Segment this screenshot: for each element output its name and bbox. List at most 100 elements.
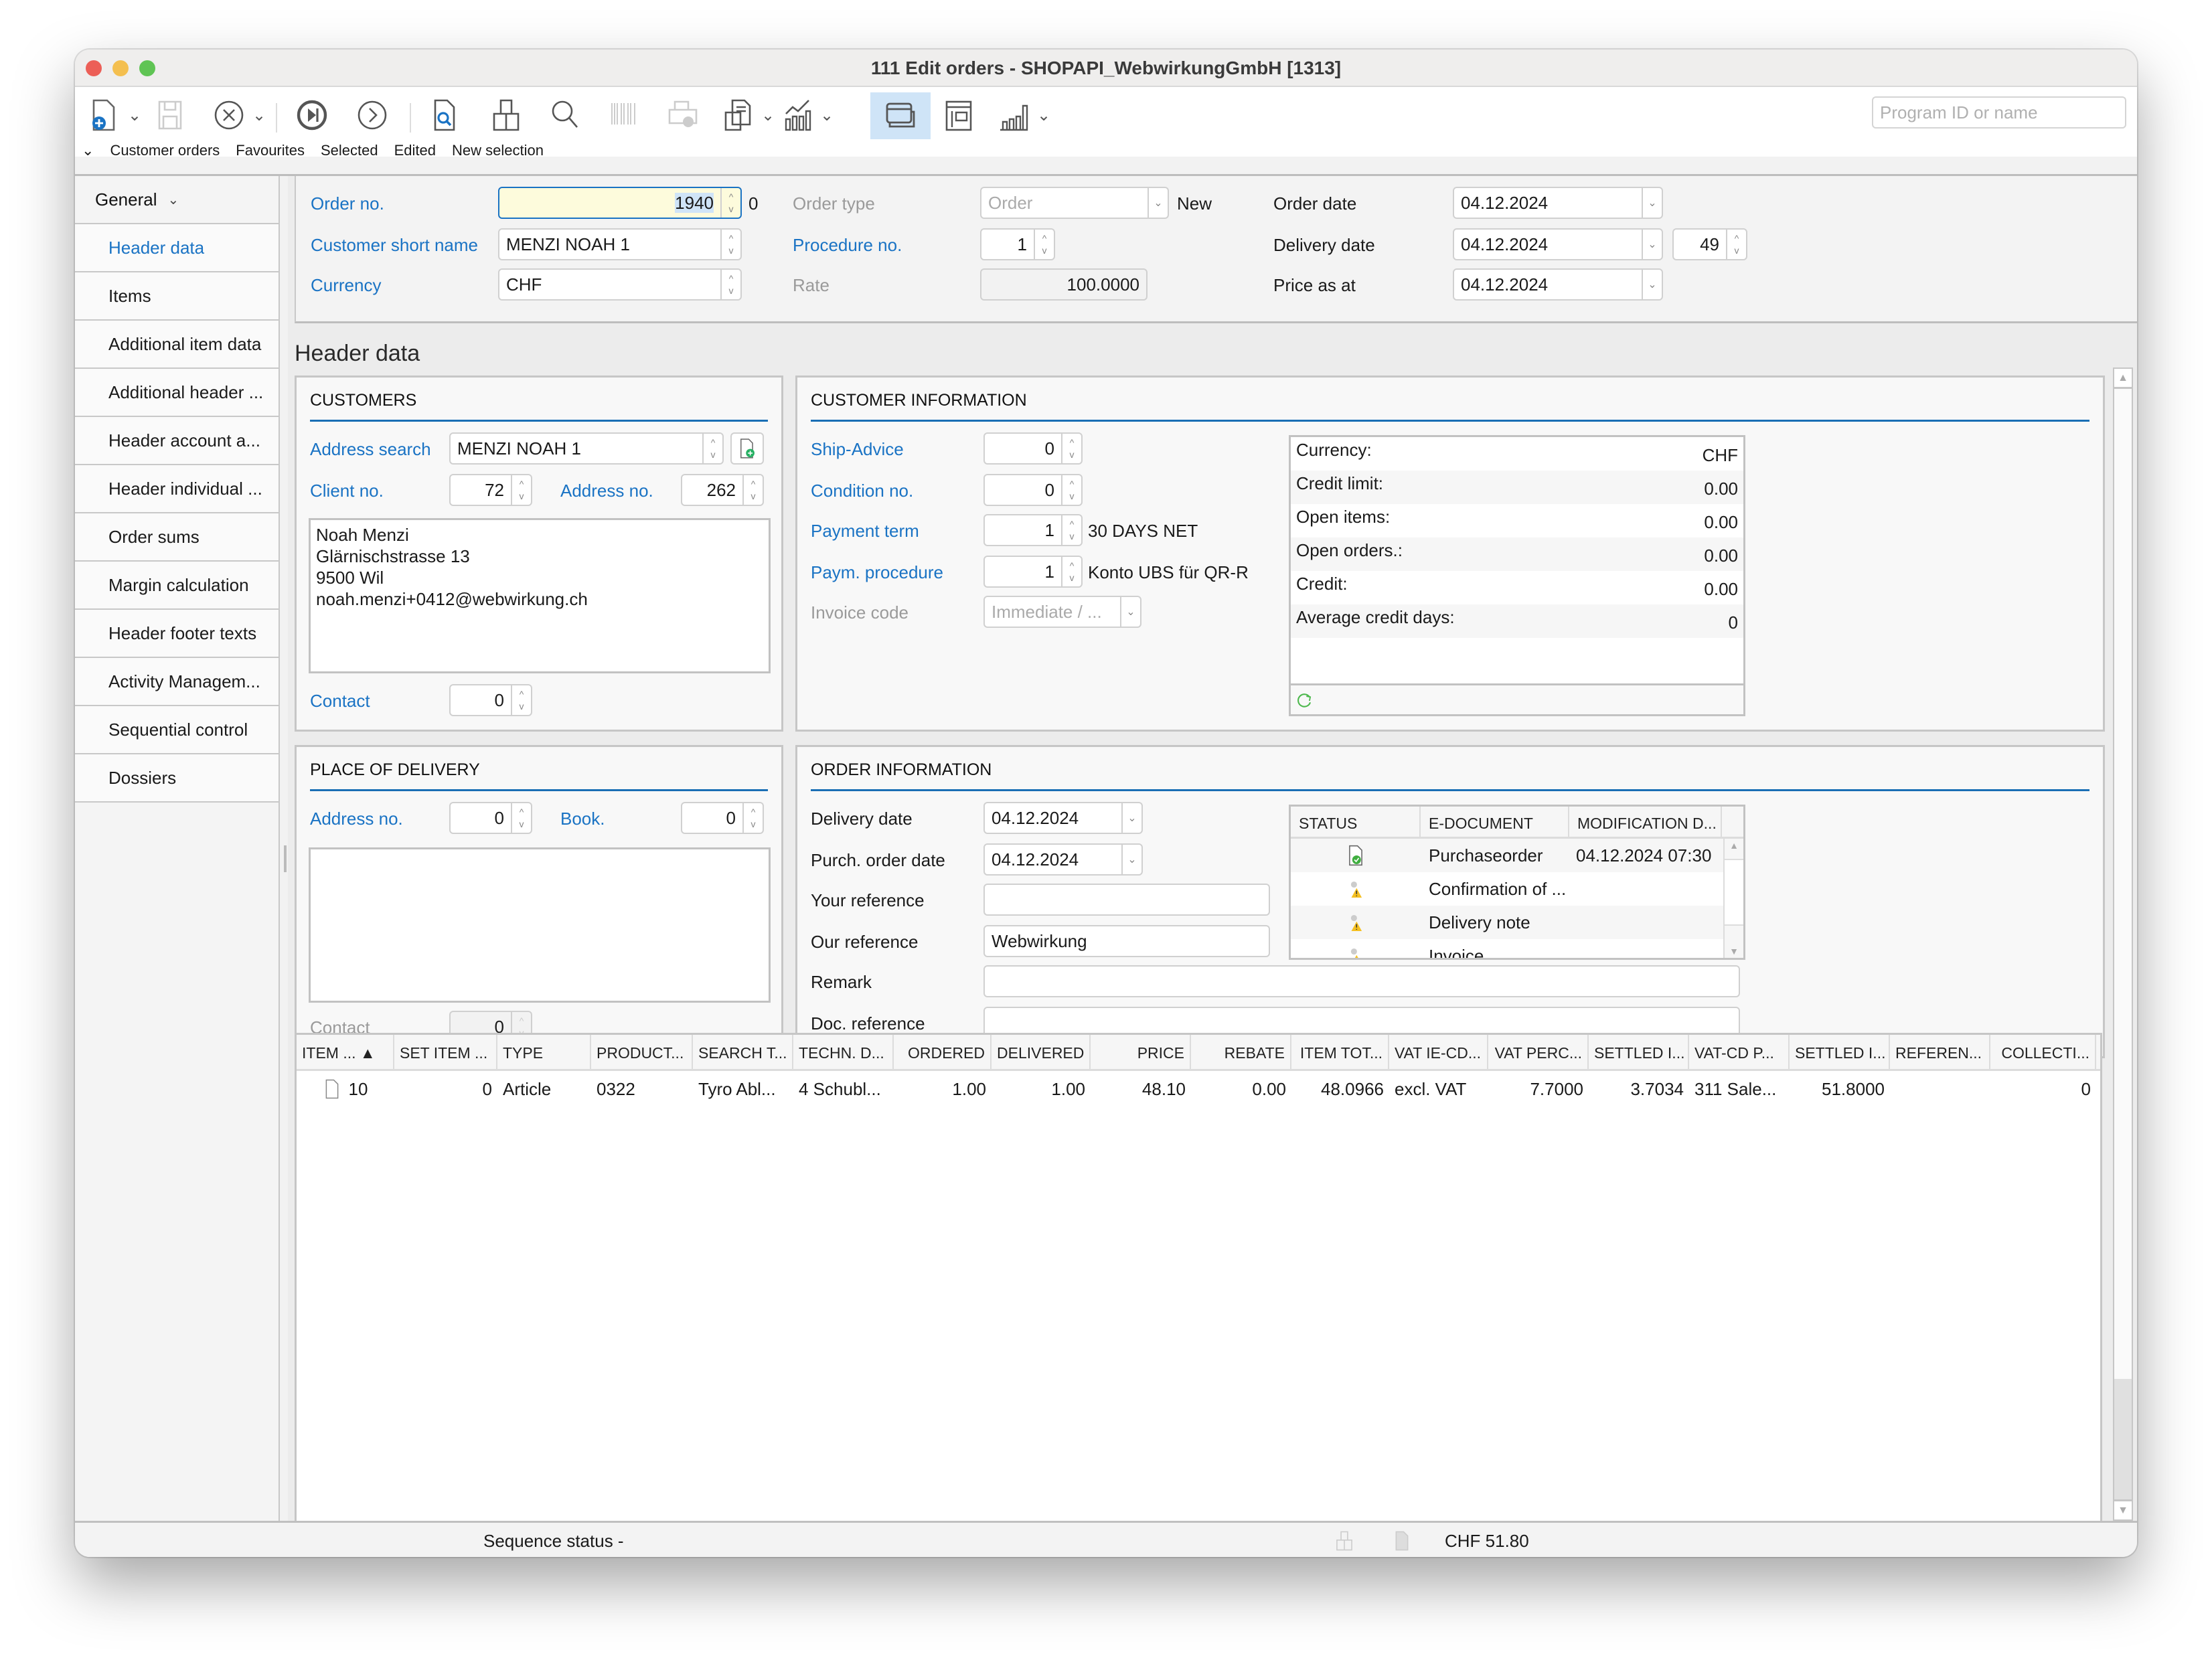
oi-delivery-date-field[interactable]: 04.12.2024 ⌄ <box>983 802 1143 834</box>
contact-label[interactable]: Contact <box>310 691 370 712</box>
tab-selected[interactable]: Selected <box>321 142 378 159</box>
price-as-at-field[interactable]: 04.12.2024 ⌄ <box>1453 268 1663 301</box>
address-search-stepper[interactable]: ^ v <box>702 434 722 463</box>
column-header[interactable]: SET ITEM ... <box>394 1035 497 1069</box>
new-address-button[interactable] <box>730 432 764 465</box>
scrollbar-thumb[interactable] <box>1725 859 1743 926</box>
scrollbar-thumb[interactable] <box>2114 1379 2132 1499</box>
ship-advice-stepper[interactable]: ^ v <box>1061 434 1081 463</box>
book-label[interactable]: Book. <box>560 809 605 829</box>
column-header[interactable]: ITEM ... ▲ <box>297 1035 394 1069</box>
column-header[interactable]: PRICE <box>1091 1035 1191 1069</box>
layout-icon[interactable] <box>939 95 979 135</box>
condition-no-stepper[interactable]: ^ v <box>1061 475 1081 505</box>
new-dropdown-caret[interactable]: ⌄ <box>127 106 142 125</box>
paym-procedure-label[interactable]: Paym. procedure <box>811 562 943 583</box>
sidebar-item-margin-calculation[interactable]: Margin calculation <box>75 562 279 610</box>
sidebar-splitter-handle[interactable] <box>284 845 287 872</box>
main-vertical-scrollbar[interactable]: ▲ ▼ <box>2113 367 2133 1521</box>
delivery-week-stepper[interactable]: ^ v <box>1726 230 1746 259</box>
table-row[interactable]: 10 0 Article 0322 Tyro Abl... 4 Schubl... 1.00… <box>297 1071 2100 1107</box>
delivery-date-field[interactable]: 04.12.2024 ⌄ <box>1453 228 1663 260</box>
column-header[interactable]: ITEM TOT... <box>1291 1035 1389 1069</box>
order-no-field[interactable]: 1940 ^ v <box>498 187 742 219</box>
column-header[interactable]: DELIVERED <box>992 1035 1091 1069</box>
scroll-down-arrow-icon[interactable]: ▼ <box>1725 946 1743 957</box>
column-header[interactable]: SEARCH T... <box>693 1035 793 1069</box>
forward-icon[interactable] <box>352 95 392 135</box>
window-icon[interactable] <box>870 92 931 139</box>
payment-term-field[interactable]: 1 ^ v <box>983 514 1083 546</box>
document-dropdown-caret[interactable]: ⌄ <box>761 106 775 125</box>
column-header[interactable]: SETTLED I... <box>1589 1035 1689 1069</box>
paym-procedure-stepper[interactable]: ^ v <box>1061 557 1081 586</box>
cancel-dropdown-caret[interactable]: ⌄ <box>252 106 266 125</box>
chevron-down-icon[interactable]: ⌄ <box>1121 845 1141 874</box>
ship-advice-field[interactable]: 0 ^ v <box>983 432 1083 465</box>
column-header[interactable]: REFEREN... <box>1890 1035 1990 1069</box>
paym-procedure-field[interactable]: 1 ^ v <box>983 556 1083 588</box>
client-no-label[interactable]: Client no. <box>310 481 384 501</box>
sidebar-item-sequential-control[interactable]: Sequential control <box>75 706 279 754</box>
barcode-icon[interactable] <box>604 95 644 135</box>
delivery-address-no-field[interactable]: 0 ^ v <box>449 802 532 834</box>
address-no-stepper[interactable]: ^ v <box>742 475 763 505</box>
edoc-row[interactable]: Delivery note <box>1291 906 1743 939</box>
payment-term-stepper[interactable]: ^ v <box>1061 515 1081 545</box>
column-header[interactable]: SETTLED I... <box>1790 1035 1890 1069</box>
currency-stepper[interactable]: ^ v <box>720 270 740 299</box>
condition-no-field[interactable]: 0 ^ v <box>983 474 1083 506</box>
document-search-icon[interactable] <box>424 95 465 135</box>
remark-input[interactable] <box>983 965 1740 997</box>
column-header[interactable]: VAT PERC... <box>1488 1035 1589 1069</box>
cancel-icon[interactable] <box>209 95 249 135</box>
delivery-address-box[interactable] <box>309 847 771 1003</box>
sidebar-item-order-sums[interactable]: Order sums <box>75 513 279 562</box>
edoc-row[interactable]: Invoice <box>1291 939 1743 958</box>
your-reference-input[interactable] <box>983 884 1270 916</box>
sidebar-item-header-individual[interactable]: Header individual ... <box>75 465 279 513</box>
edoc-row[interactable]: Purchaseorder 04.12.2024 07:30 <box>1291 839 1743 872</box>
tabs-collapse-chevron[interactable]: ⌄ <box>82 142 94 159</box>
column-header[interactable]: TECHN. D... <box>793 1035 894 1069</box>
tab-new-selection[interactable]: New selection <box>452 142 544 159</box>
currency-field[interactable]: CHF ^ v <box>498 268 742 301</box>
address-no-field[interactable]: 262 ^ v <box>681 474 764 506</box>
ship-advice-label[interactable]: Ship-Advice <box>811 439 904 460</box>
edocuments-scrollbar[interactable]: ▲ ▼ <box>1723 839 1743 958</box>
column-header[interactable]: COLLECTI... <box>1990 1035 2096 1069</box>
sidebar-item-activity-management[interactable]: Activity Managem... <box>75 658 279 706</box>
refresh-icon[interactable] <box>1295 691 1315 711</box>
sidebar-item-items[interactable]: Items <box>75 272 279 321</box>
address-no-label[interactable]: Address no. <box>560 481 653 501</box>
column-header[interactable]: TYPE <box>497 1035 591 1069</box>
bar-chart-icon[interactable] <box>994 95 1034 135</box>
client-no-field[interactable]: 72 ^ v <box>449 474 532 506</box>
new-document-icon[interactable] <box>84 95 125 135</box>
skip-next-icon[interactable] <box>292 95 332 135</box>
customer-short-name-field[interactable]: MENZI NOAH 1 ^ v <box>498 228 742 260</box>
contact-stepper[interactable]: ^ v <box>511 685 531 715</box>
address-search-field[interactable]: MENZI NOAH 1 ^ v <box>449 432 724 465</box>
scroll-down-arrow-icon[interactable]: ▼ <box>2114 1499 2132 1519</box>
currency-label[interactable]: Currency <box>311 275 381 296</box>
search-icon[interactable] <box>545 95 585 135</box>
tab-customer-orders[interactable]: Customer orders <box>110 142 220 159</box>
delivery-address-no-stepper[interactable]: ^ v <box>511 803 531 833</box>
chart-trend-icon[interactable] <box>778 95 818 135</box>
contact-field[interactable]: 0 ^ v <box>449 684 532 716</box>
chevron-down-icon[interactable]: ⌄ <box>1642 270 1662 299</box>
customer-short-name-label[interactable]: Customer short name <box>311 235 478 256</box>
payment-term-label[interactable]: Payment term <box>811 521 919 542</box>
delivery-week-field[interactable]: 49 ^ v <box>1672 228 1747 260</box>
column-header[interactable]: PRODUCT... <box>591 1035 693 1069</box>
order-no-stepper[interactable]: ^ v <box>720 188 740 218</box>
chevron-down-icon[interactable]: ⌄ <box>1642 230 1662 259</box>
book-field[interactable]: 0 ^ v <box>681 802 764 834</box>
procedure-no-stepper[interactable]: ^ v <box>1034 230 1054 259</box>
scroll-up-arrow-icon[interactable]: ▲ <box>2114 369 2132 389</box>
procedure-no-field[interactable]: 1 ^ v <box>980 228 1055 260</box>
customer-address-box[interactable]: Noah Menzi Glärnischstrasse 13 9500 Wil … <box>309 518 771 673</box>
boxes-icon[interactable] <box>486 95 526 135</box>
print-settings-icon[interactable] <box>663 95 703 135</box>
